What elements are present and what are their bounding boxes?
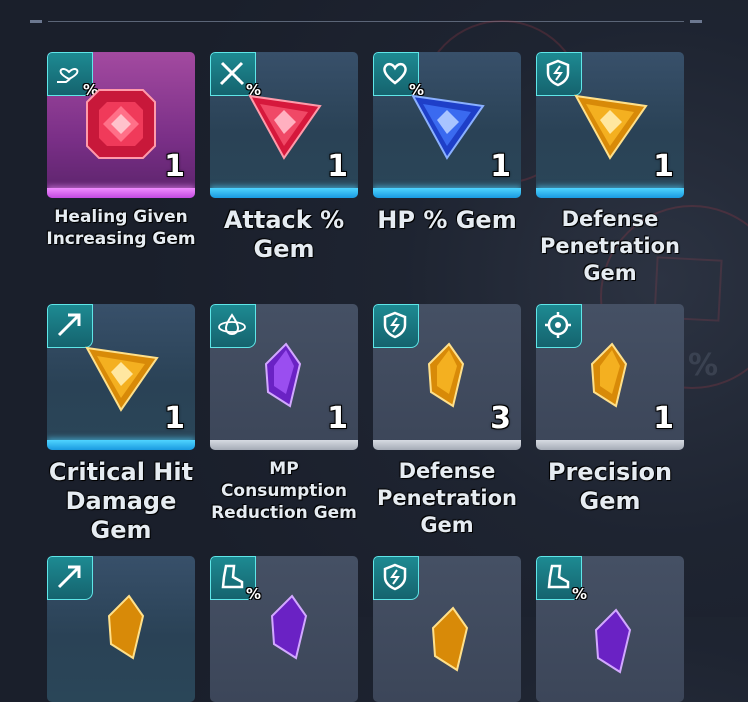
gem-card[interactable]: % 1 <box>373 52 521 198</box>
crosshair-icon <box>536 304 582 348</box>
ruby-gem-icon <box>86 89 156 159</box>
gem-card[interactable]: % <box>210 556 358 702</box>
amethyst-gem-icon <box>594 608 632 674</box>
item-count: 1 <box>164 401 185 436</box>
item-count: 1 <box>653 149 674 184</box>
topaz-gem-icon <box>590 342 628 408</box>
background-percent-mark: % <box>688 348 719 383</box>
ruby-gem-icon <box>248 94 322 160</box>
item-count: 1 <box>327 149 348 184</box>
rarity-strip <box>47 188 195 198</box>
gem-card[interactable]: 1 <box>536 52 684 198</box>
item-count: 1 <box>327 401 348 436</box>
gem-card[interactable] <box>47 556 195 702</box>
percent-mark: % <box>571 585 587 603</box>
arrow-icon <box>47 556 93 600</box>
gem-card[interactable]: 3 <box>373 304 521 450</box>
arrow-icon <box>47 304 93 348</box>
topaz-gem-icon <box>574 94 648 160</box>
amethyst-gem-icon <box>264 342 302 408</box>
topaz-gem-icon <box>427 342 465 408</box>
topaz-gem-icon <box>107 594 145 660</box>
rarity-strip <box>536 440 684 450</box>
mana-icon <box>210 304 256 348</box>
heart-icon: % <box>373 52 424 99</box>
gem-card[interactable]: % <box>536 556 684 702</box>
rarity-strip <box>210 440 358 450</box>
top-divider <box>48 21 684 22</box>
gem-card[interactable]: 1 <box>210 304 358 450</box>
rarity-strip <box>47 440 195 450</box>
boot-icon: % <box>210 556 261 603</box>
percent-mark: % <box>245 585 261 603</box>
gem-name: Precision Gem <box>547 458 673 515</box>
gem-card[interactable] <box>373 556 521 702</box>
swords-icon: % <box>210 52 261 99</box>
item-count: 1 <box>164 149 185 184</box>
boot-icon: % <box>536 556 587 603</box>
shield-break-icon <box>373 304 419 348</box>
shield-break-icon <box>536 52 582 96</box>
item-count: 1 <box>653 401 674 436</box>
divider-cap-right <box>690 20 702 23</box>
divider-cap-left <box>30 20 42 23</box>
rarity-strip <box>210 188 358 198</box>
gem-name: Attack % Gem <box>223 206 345 263</box>
gem-name: HP % Gem <box>377 206 517 234</box>
sapphire-gem-icon <box>411 94 485 160</box>
gem-card[interactable]: % 1 <box>210 52 358 198</box>
gem-name: Defense Penetration Gem <box>539 207 680 285</box>
gem-name: Critical Hit Damage Gem <box>48 458 194 544</box>
gem-name: Defense Penetration Gem <box>376 459 517 537</box>
gem-card[interactable]: 1 <box>536 304 684 450</box>
gem-card[interactable]: 1 <box>47 304 195 450</box>
gem-name: MP Consumption Reduction Gem <box>211 459 357 523</box>
rarity-strip <box>373 188 521 198</box>
item-count: 1 <box>490 149 511 184</box>
item-count: 3 <box>490 401 511 436</box>
topaz-gem-icon <box>85 346 159 412</box>
rarity-strip <box>536 188 684 198</box>
gem-name: Healing Given Increasing Gem <box>46 207 196 249</box>
gem-card[interactable]: % 1 <box>47 52 195 198</box>
shield-break-icon <box>373 556 419 600</box>
rarity-strip <box>373 440 521 450</box>
amethyst-gem-icon <box>270 594 308 660</box>
topaz-gem-icon <box>431 606 469 672</box>
